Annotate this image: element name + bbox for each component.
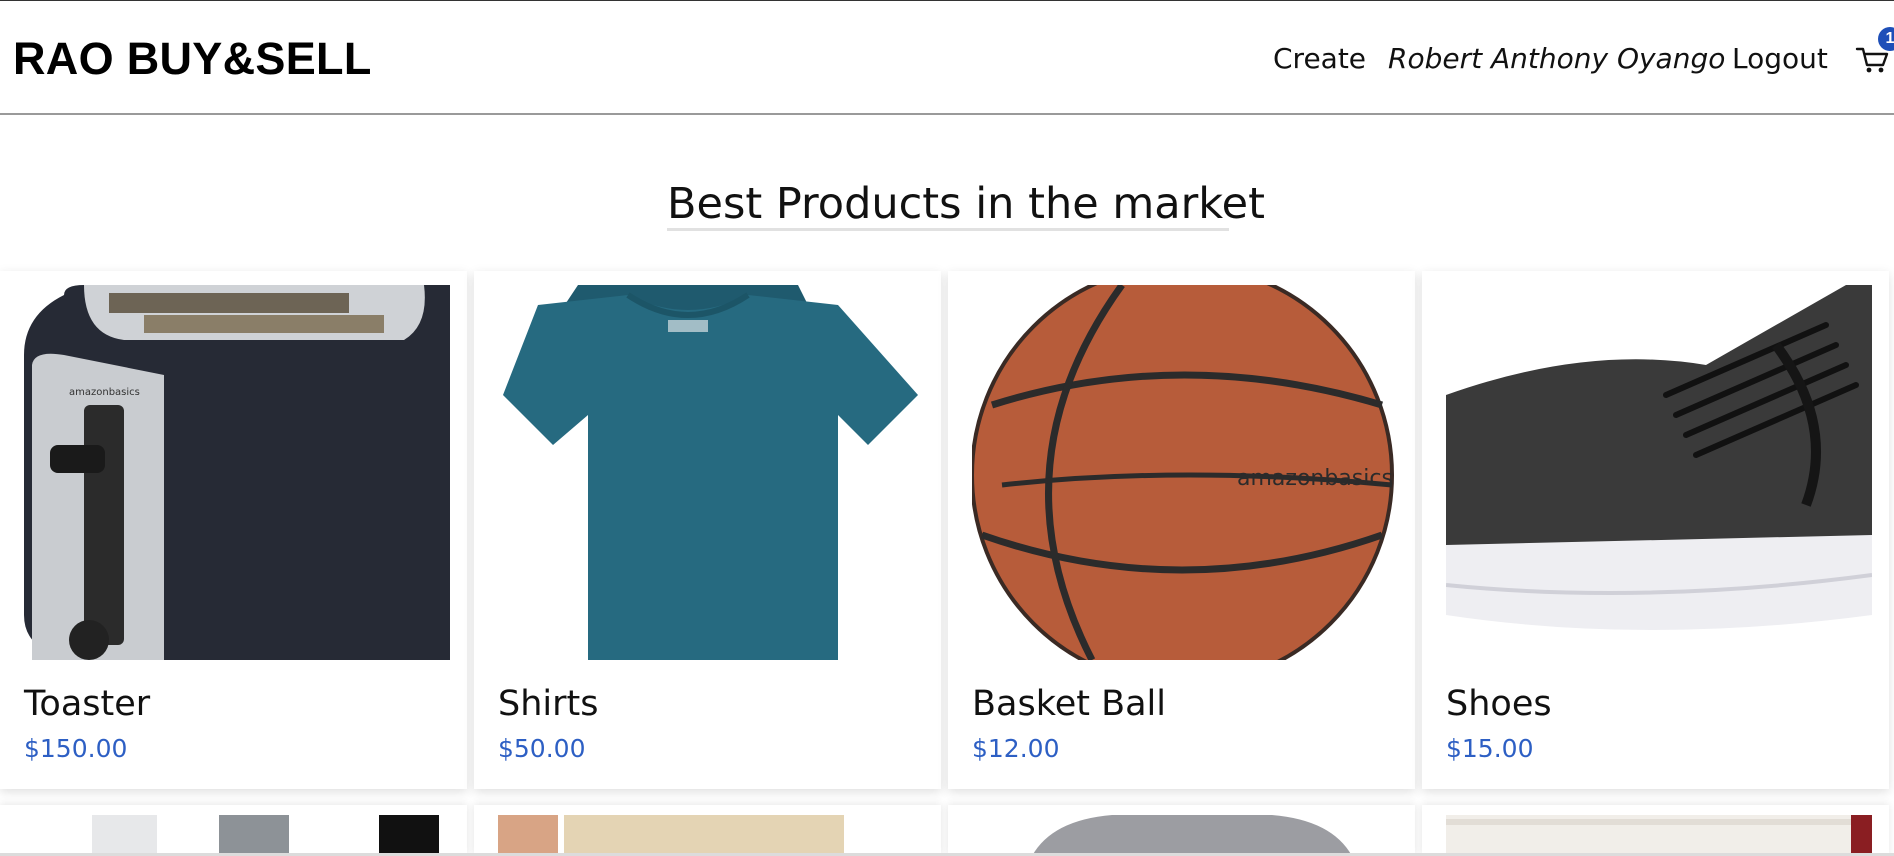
product-card-partial-3[interactable] <box>948 805 1415 856</box>
page-title: Best Products in the market <box>667 179 1265 229</box>
furniture-image[interactable] <box>1446 815 1872 856</box>
svg-text:amazonbasics: amazonbasics <box>69 387 140 398</box>
navbar: RAO BUY&SELL Create Robert Anthony Oyang… <box>0 1 1894 115</box>
product-card-partial-2[interactable] <box>474 805 941 856</box>
sweater-image[interactable] <box>972 815 1398 856</box>
nav-logout-link[interactable]: Logout <box>1732 39 1828 79</box>
product-card-partial-1[interactable] <box>0 805 467 856</box>
brand-logo[interactable]: RAO BUY&SELL <box>13 31 372 87</box>
product-card-shirts[interactable]: Shirts $50.00 <box>474 271 941 789</box>
product-name[interactable]: Shoes <box>1446 682 1552 726</box>
product-card-partial-4[interactable] <box>1422 805 1889 856</box>
shirts-image[interactable] <box>498 285 924 660</box>
product-card-shoes[interactable]: Shoes $15.00 <box>1422 271 1889 789</box>
product-price: $15.00 <box>1446 734 1534 763</box>
nav-create-link[interactable]: Create <box>1273 39 1366 79</box>
shoes-image[interactable] <box>1446 285 1872 660</box>
product-name[interactable]: Basket Ball <box>972 682 1166 726</box>
basketball-image[interactable]: amazonbasics <box>972 285 1398 660</box>
product-price: $12.00 <box>972 734 1060 763</box>
product-name[interactable]: Shirts <box>498 682 598 726</box>
socks-image[interactable] <box>24 815 450 856</box>
toaster-image[interactable]: amazonbasics <box>24 285 450 660</box>
product-price: $50.00 <box>498 734 586 763</box>
product-card-basketball[interactable]: amazonbasics Basket Ball $12.00 <box>948 271 1415 789</box>
product-price: $150.00 <box>24 734 128 763</box>
nav-user-name[interactable]: Robert Anthony Oyango <box>1388 39 1725 79</box>
svg-text:amazonbasics: amazonbasics <box>1237 466 1393 491</box>
product-card-toaster[interactable]: amazonbasics Toaster $150.00 <box>0 271 467 789</box>
product-name[interactable]: Toaster <box>24 682 150 726</box>
shorts-image[interactable] <box>498 815 924 856</box>
title-underline <box>667 228 1229 231</box>
